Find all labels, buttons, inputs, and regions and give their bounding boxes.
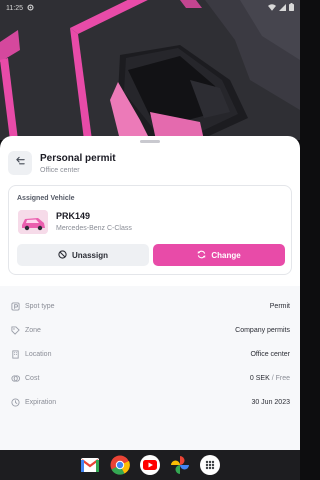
permit-header: Personal permit Office center bbox=[8, 148, 292, 178]
change-label: Change bbox=[211, 250, 241, 260]
change-button[interactable]: Change bbox=[153, 244, 285, 266]
page-subtitle: Office center bbox=[40, 166, 80, 174]
permit-details: Spot type Permit Zone Company permits Lo… bbox=[0, 286, 300, 450]
detail-value: 0 SEK / Free bbox=[250, 375, 290, 382]
photos-icon[interactable] bbox=[170, 455, 190, 475]
unassign-button[interactable]: Unassign bbox=[17, 244, 149, 266]
detail-value: Company permits bbox=[235, 327, 290, 334]
parking-map bbox=[0, 0, 300, 140]
clock-icon bbox=[10, 397, 20, 407]
detail-row-cost: Cost 0 SEK / Free bbox=[0, 366, 300, 390]
page-title: Personal permit bbox=[40, 152, 116, 164]
detail-row-expiration: Expiration 30 Jun 2023 bbox=[0, 390, 300, 414]
back-button[interactable] bbox=[8, 151, 32, 175]
ban-icon bbox=[58, 249, 67, 261]
parking-sign-icon bbox=[10, 301, 20, 311]
app-dock bbox=[0, 450, 300, 480]
detail-row-zone: Zone Company permits bbox=[0, 318, 300, 342]
detail-value-text: Permit bbox=[269, 302, 290, 310]
detail-label: Zone bbox=[25, 326, 41, 334]
chrome-icon[interactable] bbox=[110, 455, 130, 475]
refresh-icon bbox=[197, 250, 206, 261]
vehicle-thumbnail bbox=[18, 210, 48, 234]
wifi-icon bbox=[268, 3, 276, 13]
parking-lot-illustration bbox=[0, 0, 300, 140]
detail-row-location: Location Office center bbox=[0, 342, 300, 366]
battery-icon bbox=[289, 3, 294, 13]
card-label: Assigned Vehicle bbox=[17, 195, 75, 202]
detail-label: Cost bbox=[25, 374, 40, 382]
detail-value: 30 Jun 2023 bbox=[251, 399, 290, 406]
building-icon bbox=[10, 349, 20, 359]
vehicle-model: Mercedes-Benz C-Class bbox=[56, 225, 132, 232]
app-drawer-icon[interactable] bbox=[200, 455, 220, 475]
detail-value-text: 0 SEK bbox=[249, 374, 270, 382]
detail-label: Spot type bbox=[25, 302, 55, 310]
detail-value: Office center bbox=[250, 351, 290, 358]
permit-sheet: Personal permit Office center Assigned V… bbox=[0, 136, 300, 450]
detail-label: Expiration bbox=[25, 398, 57, 406]
detail-value: Permit bbox=[270, 303, 290, 310]
detail-label: Location bbox=[25, 350, 52, 358]
detail-value-text: 30 Jun 2023 bbox=[251, 398, 290, 406]
detail-row-spot-type: Spot type Permit bbox=[0, 294, 300, 318]
signal-icon bbox=[279, 3, 286, 13]
vehicle-plate: PRK149 bbox=[56, 211, 91, 221]
gmail-icon[interactable] bbox=[80, 455, 100, 475]
youtube-icon[interactable] bbox=[140, 455, 160, 475]
detail-value-text: Office center bbox=[250, 350, 290, 358]
unassign-label: Unassign bbox=[71, 250, 108, 260]
swap-back-icon bbox=[15, 154, 26, 172]
detail-value-text: Company permits bbox=[235, 326, 290, 334]
assigned-vehicle-card: Assigned Vehicle PRK149 Mercedes-Benz C-… bbox=[8, 185, 292, 275]
tag-icon bbox=[10, 325, 20, 335]
drag-handle[interactable] bbox=[140, 140, 160, 143]
coins-icon bbox=[10, 373, 20, 383]
gear-icon bbox=[27, 3, 34, 13]
status-bar: 11:25 bbox=[0, 0, 300, 16]
detail-value-suffix: / Free bbox=[269, 374, 290, 382]
status-time: 11:25 bbox=[6, 4, 23, 12]
